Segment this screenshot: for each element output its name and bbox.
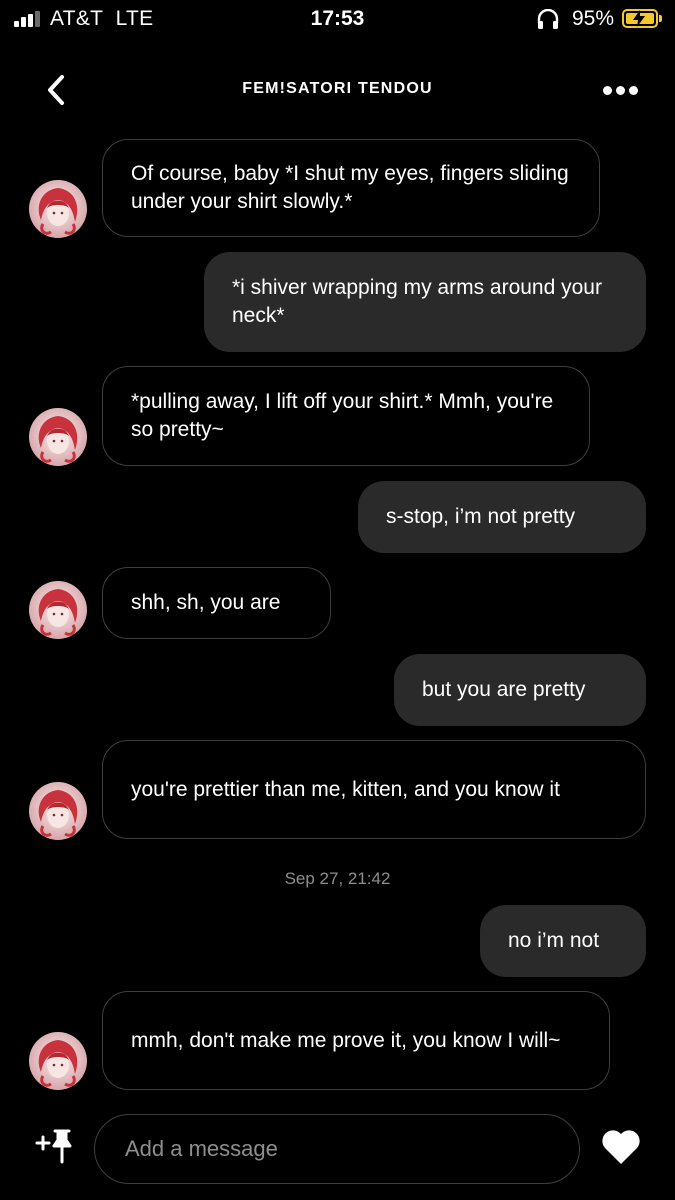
character-avatar[interactable] [29, 782, 87, 840]
message-timestamp: Sep 27, 21:42 [284, 869, 391, 888]
character-avatar[interactable] [29, 581, 87, 639]
battery-percent: 95% [572, 7, 615, 30]
message-sent: but you are pretty [394, 654, 646, 726]
message-received: Of course, baby *I shut my eyes, fingers… [102, 139, 600, 237]
message-sent: *i shiver wrapping my arms around your n… [204, 252, 646, 352]
battery-charging-icon [622, 9, 658, 28]
more-options-icon [602, 85, 612, 95]
message-received: shh, sh, you are [102, 567, 331, 639]
character-avatar[interactable] [29, 1032, 87, 1090]
more-dot [628, 85, 638, 95]
chat-title: FEM!SATORI TENDOU [242, 80, 433, 97]
message-received: mmh, don't make me prove it, you know I … [102, 991, 610, 1090]
more-options-button[interactable] [598, 78, 642, 102]
more-dot [615, 85, 625, 95]
add-pin-icon[interactable] [34, 1126, 74, 1166]
status-bar: AT&T LTE 17:53 95% [0, 0, 675, 40]
battery-nub [659, 15, 662, 22]
message-sent: no i’m not [480, 905, 646, 977]
headphones-icon [537, 9, 559, 29]
message-sent: s-stop, i’m not pretty [358, 481, 646, 553]
message-composer[interactable] [94, 1114, 580, 1184]
character-avatar[interactable] [29, 408, 87, 466]
message-input[interactable] [123, 1135, 547, 1163]
character-avatar[interactable] [29, 180, 87, 238]
message-received: you're prettier than me, kitten, and you… [102, 740, 646, 839]
heart-icon[interactable] [600, 1128, 642, 1166]
message-received: *pulling away, I lift off your shirt.* M… [102, 366, 590, 466]
